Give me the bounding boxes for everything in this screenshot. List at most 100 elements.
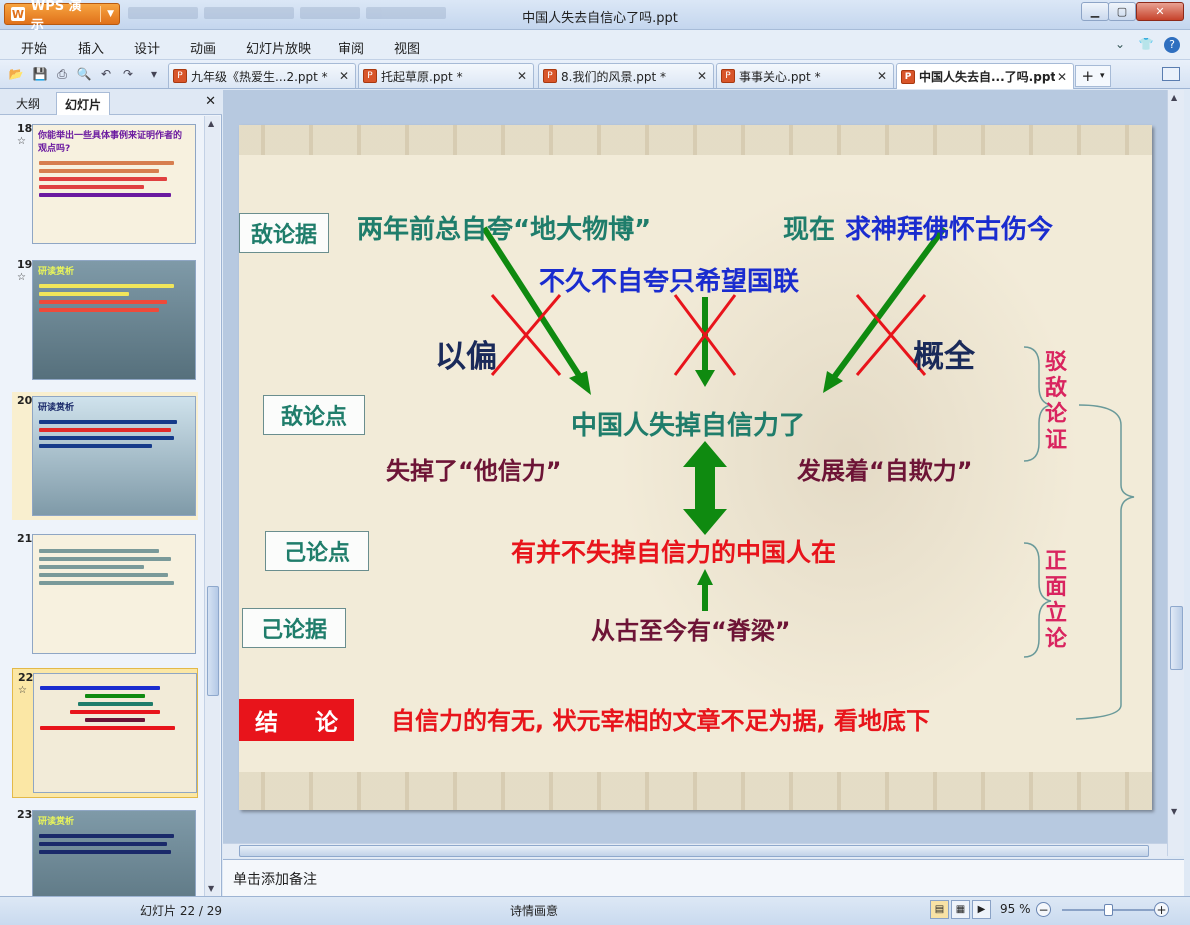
notes-pane[interactable]: 单击添加备注 [223, 859, 1184, 896]
plus-icon: + [1081, 67, 1095, 85]
refute-char: 驳 [1044, 350, 1067, 375]
chevron-down-icon[interactable]: ▾ [1100, 71, 1105, 81]
quick-access-item[interactable] [300, 7, 360, 19]
new-tab-button[interactable]: + ▾ [1075, 65, 1111, 87]
normal-view-icon[interactable]: ▤ [930, 900, 949, 919]
slide-canvas[interactable]: 敌论据 敌论点 己论点 己论据 两年前总自夸“地大物博” 现在 求神拜佛怀古伤今… [239, 125, 1152, 810]
partial-right: 概全 [913, 339, 975, 375]
thumbnail-line [40, 726, 175, 730]
double-arrow [683, 441, 727, 535]
tab-close-icon[interactable]: ✕ [1055, 70, 1069, 84]
tab-close-icon[interactable]: ✕ [695, 69, 709, 83]
slide-thumbnail[interactable]: 23 研读赏析 [12, 806, 198, 896]
thumbnail-preview [32, 534, 196, 654]
undo-icon[interactable]: ↶ [98, 66, 114, 82]
menu-insert[interactable]: 插入 [78, 38, 104, 57]
scroll-thumb[interactable] [207, 586, 219, 696]
print-icon[interactable]: ⎙ [54, 66, 70, 82]
animation-star-icon: ☆ [17, 272, 26, 283]
zoom-in-icon[interactable]: + [1154, 902, 1169, 917]
tab-slides[interactable]: 幻灯片 [56, 92, 111, 115]
slide-thumbnail[interactable]: 19 ☆ 研读赏析 [12, 256, 198, 384]
evidence-league: 不久不自夸只希望国联 [539, 267, 800, 297]
quick-access-item[interactable] [128, 7, 198, 19]
tab-close-icon[interactable]: ✕ [515, 69, 529, 83]
menu-design[interactable]: 设计 [134, 38, 160, 57]
scroll-down-icon[interactable]: ▼ [1171, 807, 1177, 816]
close-button[interactable]: ✕ [1136, 2, 1184, 21]
scroll-up-icon[interactable]: ▲ [1171, 93, 1177, 102]
menu-animation[interactable]: 动画 [190, 38, 216, 57]
collapse-ribbon-icon[interactable]: ⌄ [1112, 37, 1128, 53]
window-layout-icon[interactable] [1162, 67, 1180, 81]
slide-number: 19 [17, 258, 33, 271]
slide-sorter-icon[interactable]: ▦ [951, 900, 970, 919]
thumbnail-line [39, 420, 177, 424]
document-tab-active[interactable]: P 中国人失去自...了吗.ppt ✕ [896, 63, 1074, 89]
menu-review[interactable]: 审阅 [338, 38, 364, 57]
skin-shirt-icon[interactable]: 👕 [1138, 37, 1154, 53]
thumbnail-line [40, 686, 160, 690]
thumbnail-line [39, 565, 144, 569]
maximize-button[interactable]: ▢ [1108, 2, 1136, 21]
slide-thumbnails: 18 ☆ 你能举出一些具体事例来证明作者的观点吗? 19 ☆ 研读赏析 20 研… [0, 116, 204, 896]
thumbnail-line [39, 193, 171, 197]
minimize-button[interactable]: ▁ [1081, 2, 1109, 21]
conclusion-char: 结 [255, 710, 278, 736]
ppt-file-icon: P [543, 69, 557, 83]
editor-horizontal-scrollbar[interactable] [223, 843, 1167, 858]
lost-other-trust: 失掉了“他信力” [386, 457, 562, 485]
slide-thumbnail[interactable]: 21 [12, 530, 198, 658]
thumbnail-line [77, 702, 153, 706]
thumbnail-scrollbar[interactable]: ▲ ▼ [204, 116, 220, 896]
app-menu-button[interactable]: W WPS 演示 ▼ [4, 0, 120, 33]
save-icon[interactable]: 💾 [32, 66, 48, 82]
slide-thumbnail[interactable]: 20 研读赏析 [12, 392, 198, 520]
own-point-text: 有并不失掉自信力的中国人在 [511, 538, 837, 567]
panel-close-icon[interactable]: ✕ [205, 94, 216, 109]
document-tab[interactable]: P 事事关心.ppt * ✕ [716, 63, 894, 88]
menu-start[interactable]: 开始 [21, 38, 47, 57]
ppt-file-icon: P [901, 69, 915, 84]
toolbar-more-icon[interactable]: ▾ [146, 66, 162, 82]
tab-close-icon[interactable]: ✕ [875, 69, 889, 83]
panel-tabs: 大纲 幻灯片 ✕ [0, 90, 222, 115]
scroll-up-icon[interactable]: ▲ [208, 119, 214, 128]
positive-char: 立 [1044, 601, 1067, 626]
slide-number: 22 [18, 671, 34, 684]
print-preview-icon[interactable]: 🔍 [76, 66, 92, 82]
scroll-thumb[interactable] [239, 845, 1149, 857]
document-tab-label: 8.我们的风景.ppt * [561, 69, 667, 84]
thumbnail-line [39, 549, 159, 553]
zoom-slider[interactable] [1052, 904, 1154, 916]
quick-access-item[interactable] [204, 7, 294, 19]
document-tab[interactable]: P 九年级《热爱生...2.ppt * ✕ [168, 63, 356, 88]
tab-outline[interactable]: 大纲 [8, 94, 48, 113]
zoom-knob[interactable] [1104, 904, 1113, 916]
refute-char: 证 [1044, 428, 1067, 453]
scroll-down-icon[interactable]: ▼ [208, 884, 214, 893]
thumbnail-line [39, 444, 152, 448]
thumbnail-line [39, 581, 174, 585]
slide-number: 21 [17, 532, 33, 545]
help-icon[interactable]: ? [1164, 37, 1180, 53]
zoom-out-icon[interactable]: − [1036, 902, 1051, 917]
redo-icon[interactable]: ↷ [120, 66, 136, 82]
slide-thumbnail[interactable]: 18 ☆ 你能举出一些具体事例来证明作者的观点吗? [12, 120, 198, 248]
menu-slideshow[interactable]: 幻灯片放映 [246, 38, 311, 57]
thumbnail-line [39, 842, 167, 846]
slide-thumbnail-selected[interactable]: 22 ☆ [12, 668, 198, 798]
menu-right-tools: ⌄ 👕 ? [1112, 37, 1180, 53]
scroll-thumb[interactable] [1170, 606, 1183, 670]
tab-close-icon[interactable]: ✕ [337, 69, 351, 83]
menu-view[interactable]: 视图 [394, 38, 420, 57]
slide-number: 23 [17, 808, 33, 821]
open-folder-icon[interactable]: 📂 [8, 66, 24, 82]
up-arrow [697, 569, 713, 611]
document-tab[interactable]: P 托起草原.ppt * ✕ [358, 63, 534, 88]
editor-vertical-scrollbar[interactable]: ▲ ▼ [1167, 90, 1184, 856]
ppt-file-icon: P [173, 69, 187, 83]
document-tab[interactable]: P 8.我们的风景.ppt * ✕ [538, 63, 714, 88]
slideshow-icon[interactable]: ▶ [972, 900, 991, 919]
quick-access-item[interactable] [366, 7, 446, 19]
